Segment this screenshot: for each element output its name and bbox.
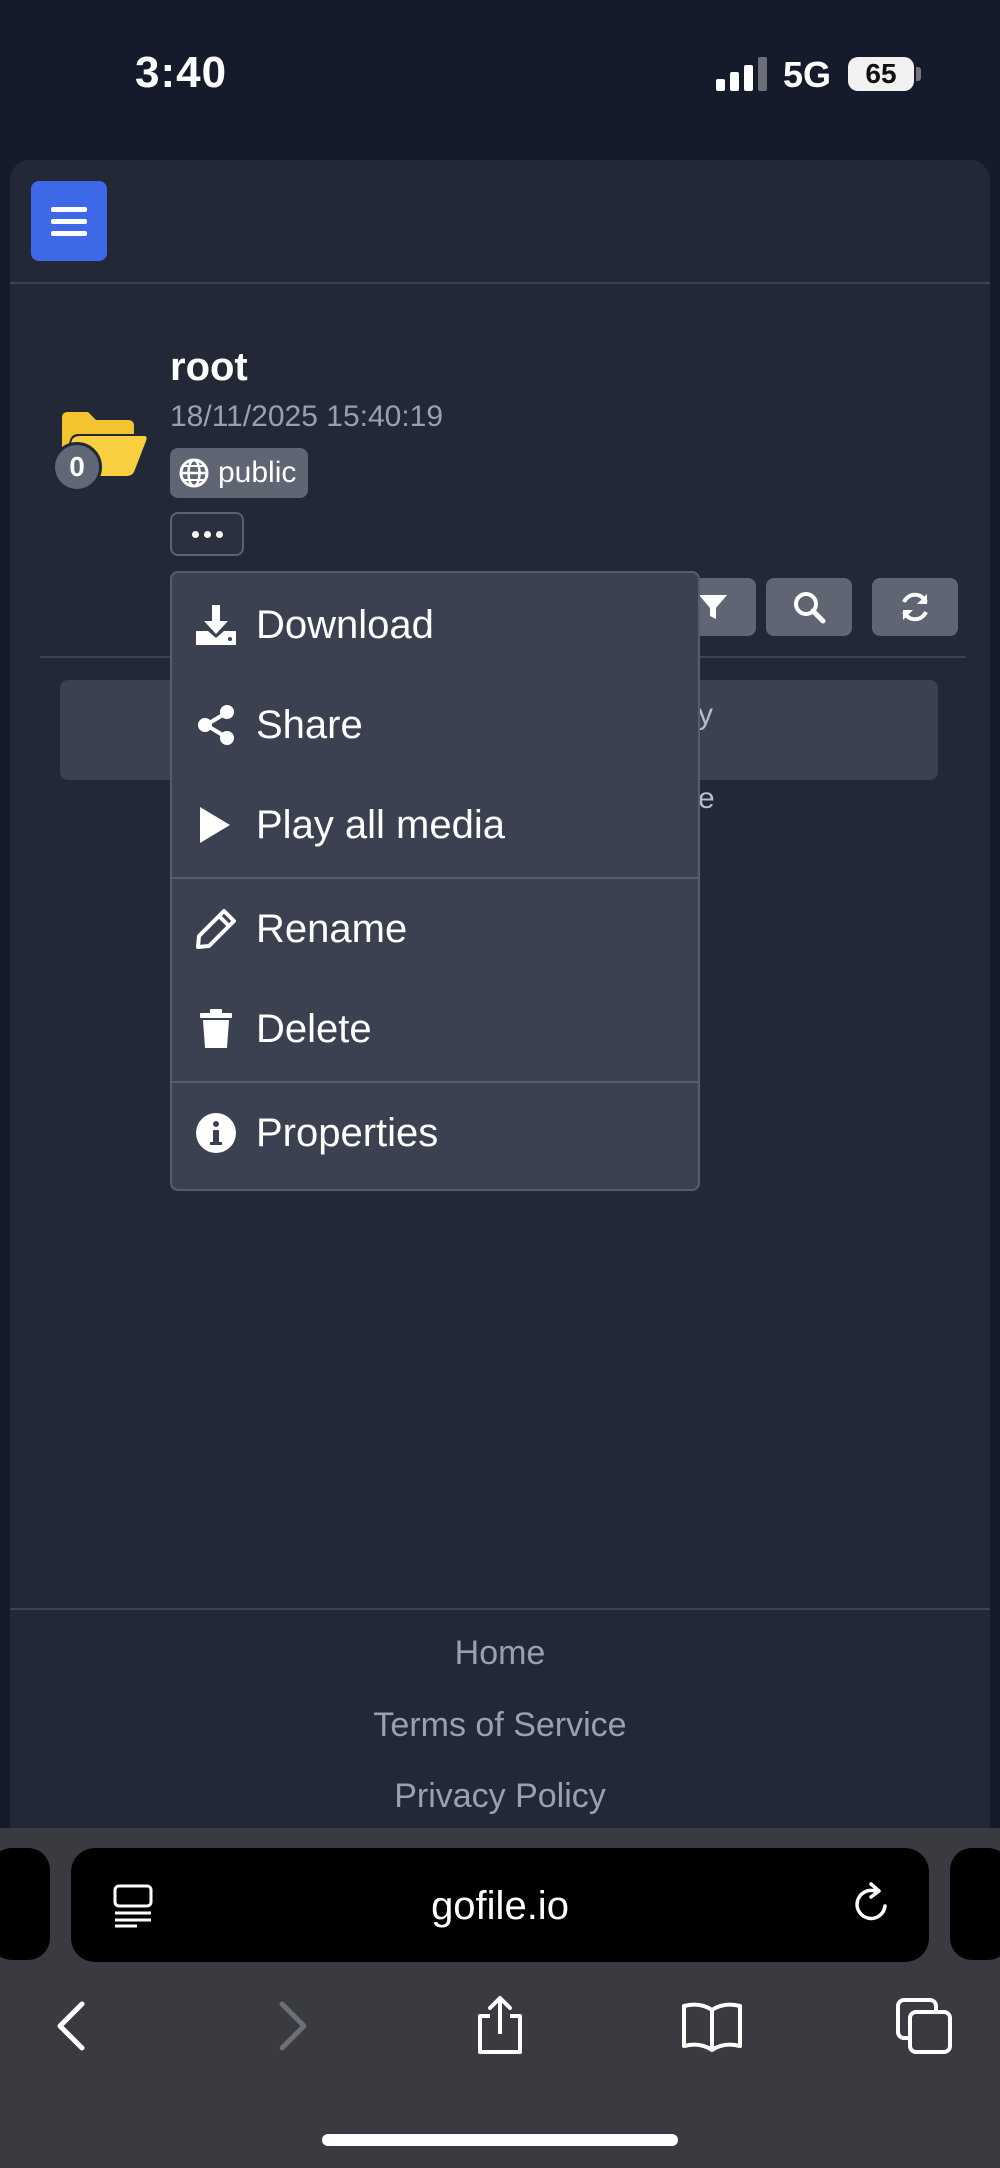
folder-name: root [170, 345, 248, 389]
more-options-button[interactable] [170, 512, 244, 556]
previous-tab-peek[interactable] [0, 1848, 50, 1960]
footer-divider [10, 1608, 990, 1610]
refresh-button[interactable] [872, 578, 958, 636]
footer-link-home[interactable]: Home [10, 1634, 990, 1673]
empty-folder-text: e [698, 782, 715, 815]
hamburger-menu-button[interactable] [31, 181, 107, 261]
footer-link-terms[interactable]: Terms of Service [10, 1706, 990, 1745]
filter-icon [699, 595, 727, 619]
menu-item-share[interactable]: Share [172, 675, 698, 775]
folder-context-menu: Download Share Play all media Rename Del [170, 571, 700, 1191]
menu-item-label: Play all media [256, 802, 506, 847]
visibility-badge[interactable]: public [170, 448, 309, 498]
info-icon [196, 1113, 236, 1153]
play-icon [200, 807, 230, 843]
trash-icon [200, 1009, 232, 1048]
battery-icon: 65 [848, 57, 914, 91]
folder-date: 18/11/2025 15:40:19 [170, 400, 444, 433]
pencil-icon [196, 909, 236, 949]
cellular-signal-icon [716, 57, 767, 91]
share-sheet-icon[interactable] [468, 1994, 532, 2058]
menu-item-label: Properties [256, 1110, 439, 1155]
menu-bar-icon [51, 206, 87, 212]
visibility-label: public [218, 456, 297, 489]
globe-icon [179, 458, 209, 488]
forward-icon[interactable] [258, 1994, 322, 2058]
menu-bar-icon [51, 230, 87, 236]
browser-chrome: gofile.io [0, 1828, 1000, 2168]
menu-item-properties[interactable]: Properties [172, 1083, 698, 1183]
download-icon [196, 605, 236, 645]
menu-item-label: Delete [256, 1006, 372, 1051]
menu-item-play-all[interactable]: Play all media [172, 775, 698, 875]
file-count-badge: 0 [52, 442, 102, 492]
empty-box-text: y [698, 698, 713, 731]
menu-item-delete[interactable]: Delete [172, 979, 698, 1079]
battery-tip [916, 67, 921, 81]
status-bar: 3:40 5G 65 [0, 0, 1000, 150]
ellipsis-dot-icon [191, 530, 199, 538]
network-type: 5G [783, 54, 832, 95]
menu-item-rename[interactable]: Rename [172, 879, 698, 979]
menu-item-label: Rename [256, 906, 408, 951]
menu-item-label: Download [256, 602, 434, 647]
menu-item-label: Share [256, 702, 363, 747]
bookmarks-icon[interactable] [680, 1994, 744, 2058]
refresh-icon [902, 592, 928, 622]
header-divider [10, 282, 990, 284]
search-button[interactable] [766, 578, 852, 636]
footer-link-privacy[interactable]: Privacy Policy [10, 1777, 990, 1816]
back-icon[interactable] [42, 1994, 106, 2058]
menu-bar-icon [51, 218, 87, 224]
menu-item-download[interactable]: Download [172, 575, 698, 675]
search-icon [794, 592, 826, 624]
home-indicator [322, 2134, 678, 2146]
url-text: gofile.io [431, 1884, 569, 1928]
ellipsis-dot-icon [203, 530, 211, 538]
ellipsis-dot-icon [215, 530, 223, 538]
reload-icon[interactable] [847, 1880, 895, 1928]
share-icon [198, 705, 234, 745]
next-tab-peek[interactable] [950, 1848, 1000, 1960]
tabs-icon[interactable] [892, 1994, 956, 2058]
address-bar[interactable]: gofile.io [71, 1848, 929, 1962]
status-time: 3:40 [135, 48, 228, 97]
